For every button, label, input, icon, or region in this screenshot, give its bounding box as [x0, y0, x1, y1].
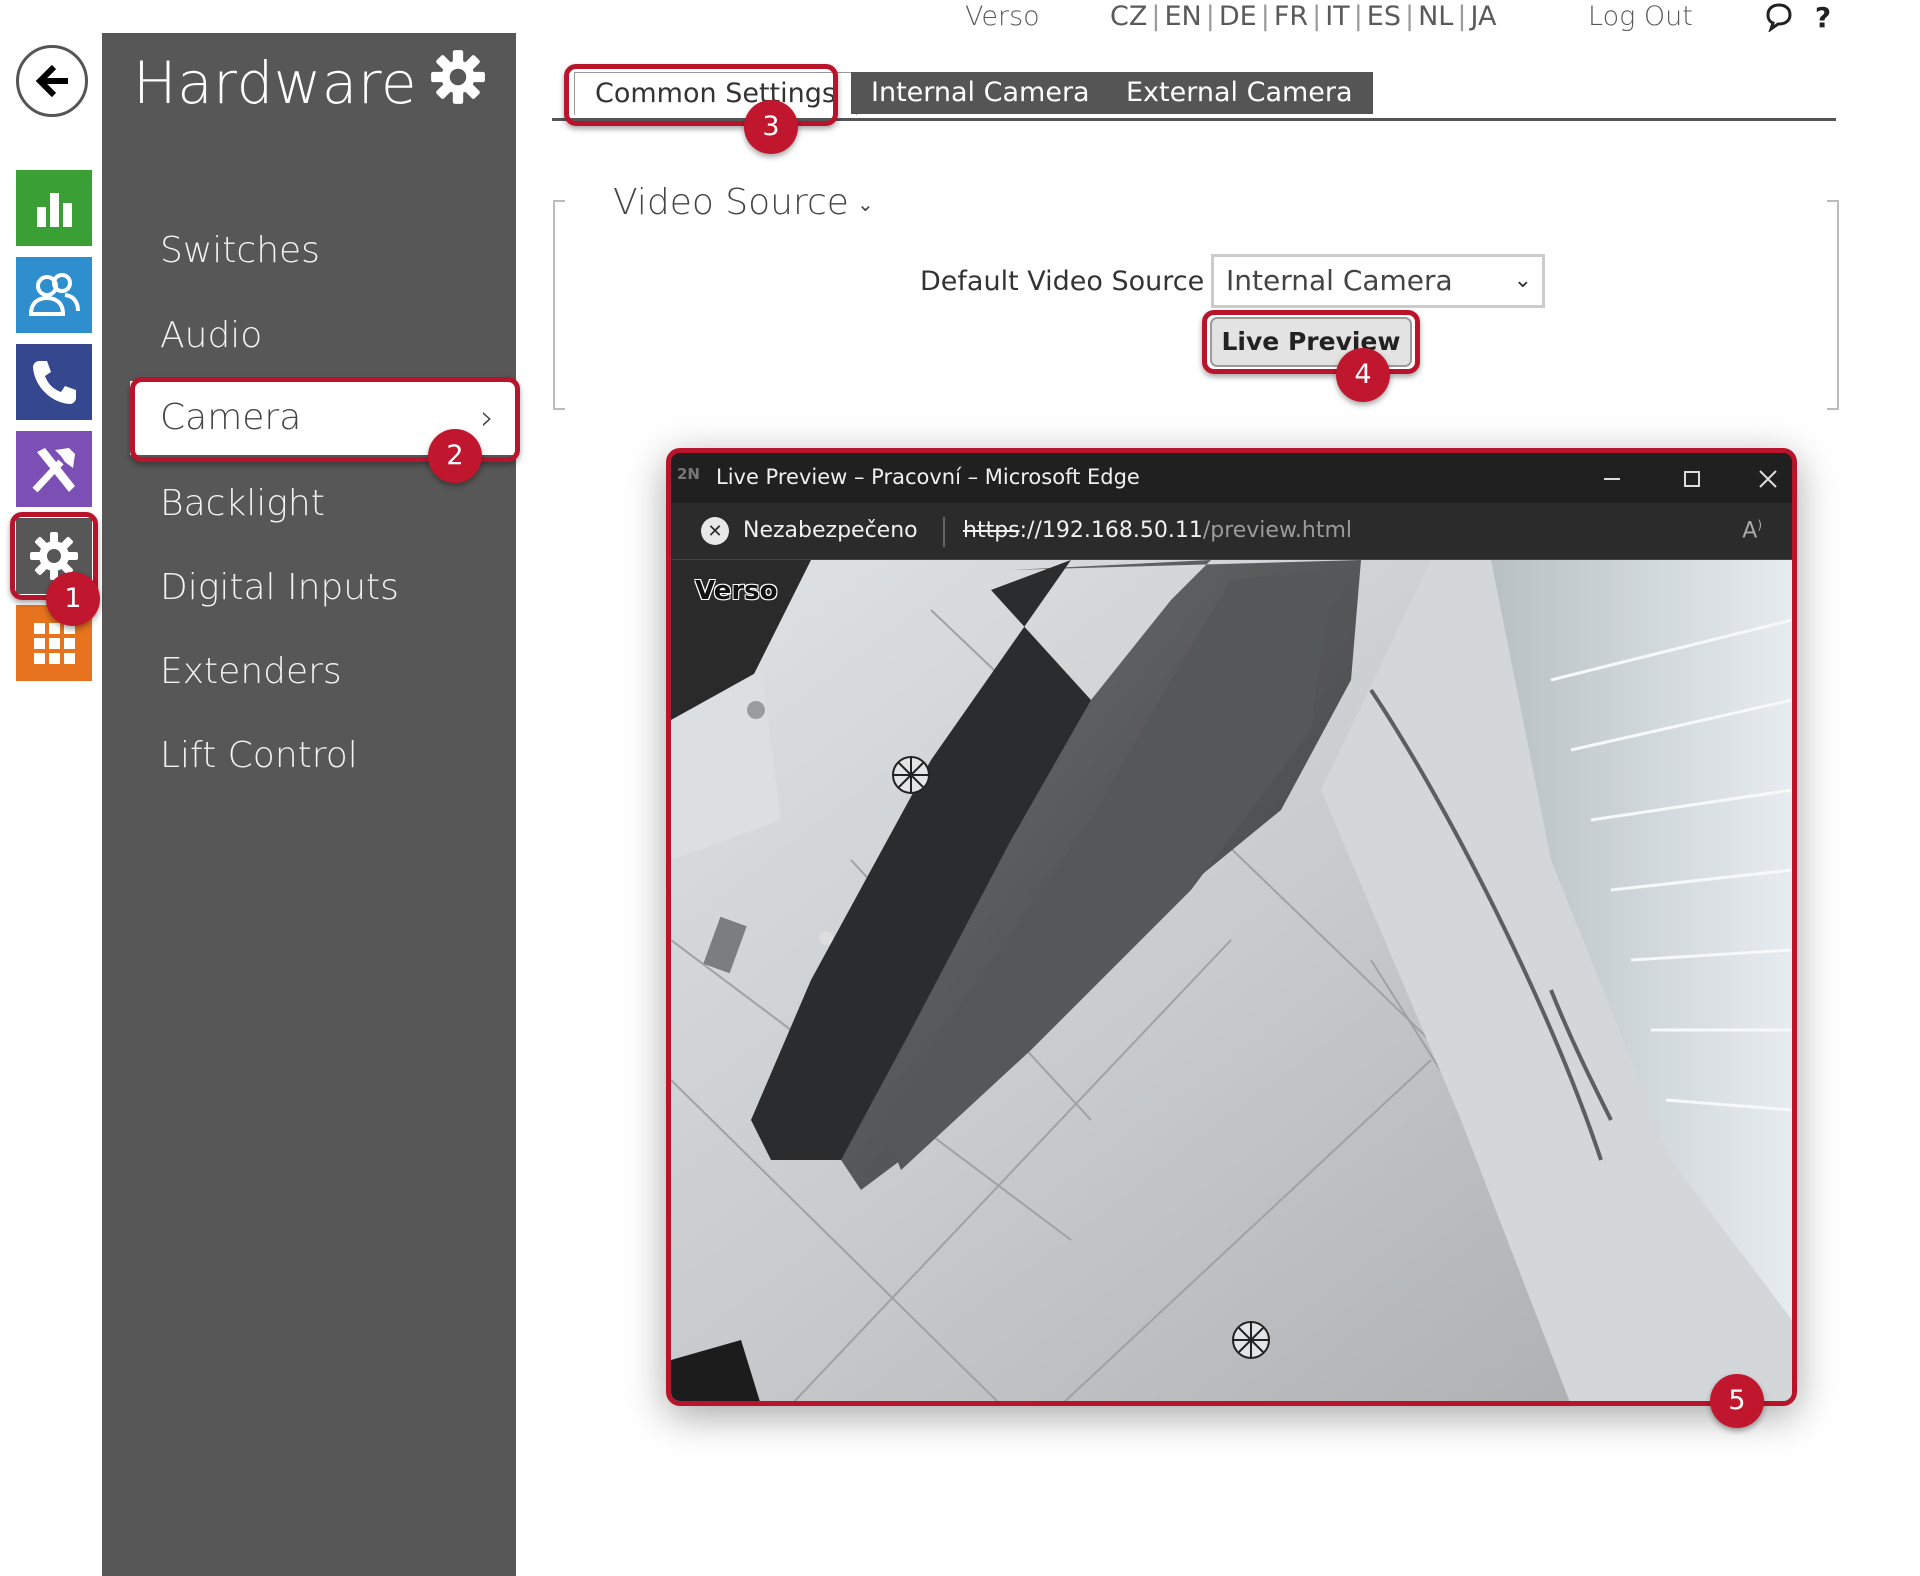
select-value: Internal Camera — [1226, 264, 1453, 297]
icon-rail — [0, 0, 104, 1576]
lang-cz[interactable]: CZ — [1110, 1, 1147, 32]
sidebar-item-backlight[interactable]: Backlight — [160, 483, 325, 524]
video-source-section-header[interactable]: Video Source ⌄ — [613, 182, 874, 223]
arrow-left-icon — [35, 64, 68, 98]
address-bar[interactable]: ✕ Nezabezpečeno https://192.168.50.11/pr… — [671, 503, 1792, 560]
sidebar-title: Hardware — [133, 49, 418, 117]
maximize-icon — [1684, 471, 1700, 487]
step-badge-4: 4 — [1336, 348, 1390, 402]
step-badge-1: 1 — [46, 572, 100, 626]
panel-bracket-right — [1827, 200, 1839, 410]
tools-icon — [32, 448, 75, 493]
bar-chart-icon — [37, 193, 72, 227]
tab-internal-camera[interactable]: Internal Camera — [851, 72, 1110, 114]
panel-bracket-left — [553, 200, 565, 410]
camera-image — [671, 560, 1792, 1401]
device-name: Verso — [965, 1, 1040, 32]
default-video-source-label: Default Video Source — [920, 266, 1205, 297]
camera-feed: Verso — [671, 560, 1792, 1401]
lang-ja[interactable]: JA — [1470, 1, 1496, 32]
minimize-icon — [1604, 478, 1620, 480]
hardware-sidebar: Hardware Switches Audio Camera › Backlig… — [102, 33, 518, 1576]
chevron-down-icon: ⌄ — [1513, 268, 1532, 293]
rail-directory[interactable] — [16, 257, 92, 333]
not-secure-icon[interactable]: ✕ — [701, 517, 729, 545]
step-badge-5: 5 — [1710, 1374, 1764, 1428]
logout-link[interactable]: Log Out — [1588, 1, 1693, 32]
address-separator — [943, 517, 945, 547]
camera-overlay-label: Verso — [695, 576, 778, 606]
rail-calls[interactable] — [16, 344, 92, 420]
sidebar-item-lift-control[interactable]: Lift Control — [160, 735, 358, 776]
tab-external-camera[interactable]: External Camera — [1106, 72, 1373, 114]
lang-de[interactable]: DE — [1219, 1, 1257, 32]
close-button[interactable] — [1748, 459, 1788, 499]
help-icon[interactable]: ? — [1806, 0, 1840, 34]
lang-it[interactable]: IT — [1325, 1, 1349, 32]
maximize-button[interactable] — [1672, 459, 1712, 499]
url-path: /preview.html — [1202, 518, 1353, 543]
step-badge-2: 2 — [428, 429, 482, 483]
lang-en[interactable]: EN — [1164, 1, 1201, 32]
security-status[interactable]: Nezabezpečeno — [743, 518, 918, 543]
default-video-source-select[interactable]: Internal Camera ⌄ — [1211, 254, 1545, 308]
sidebar-item-extenders[interactable]: Extenders — [160, 651, 342, 692]
lang-nl[interactable]: NL — [1418, 1, 1453, 32]
step-badge-3: 3 — [744, 100, 798, 154]
url-scheme: https — [963, 518, 1020, 543]
sidebar-item-audio[interactable]: Audio — [160, 315, 262, 356]
phone-icon — [33, 361, 76, 404]
window-title: Live Preview – Pracovní – Microsoft Edge — [716, 465, 1140, 489]
lang-es[interactable]: ES — [1367, 1, 1401, 32]
app-logo: 2N — [677, 465, 700, 483]
window-title-bar: 2N Live Preview – Pracovní – Microsoft E… — [671, 453, 1792, 503]
url-host: ://192.168.50.11 — [1019, 518, 1203, 543]
back-button[interactable] — [16, 45, 88, 117]
chevron-down-icon: ⌄ — [856, 192, 874, 216]
sidebar-item-digital-inputs[interactable]: Digital Inputs — [160, 567, 399, 608]
users-icon — [28, 273, 80, 316]
rail-services[interactable] — [16, 431, 92, 507]
gear-icon — [431, 50, 485, 104]
section-title: Video Source — [613, 182, 849, 223]
live-preview-window: 2N Live Preview – Pracovní – Microsoft E… — [666, 448, 1797, 1406]
url-field[interactable]: https://192.168.50.11/preview.html — [963, 518, 1352, 543]
read-aloud-icon[interactable]: A) — [1742, 518, 1762, 543]
rail-status[interactable] — [16, 170, 92, 246]
close-icon — [1759, 470, 1777, 488]
sidebar-item-switches[interactable]: Switches — [160, 230, 320, 271]
minimize-button[interactable] — [1592, 459, 1632, 499]
chat-icon[interactable] — [1762, 0, 1796, 34]
lang-fr[interactable]: FR — [1274, 1, 1308, 32]
language-selector: CZ | EN | DE | FR | IT | ES | NL | JA — [1110, 1, 1497, 32]
highlight-common-settings — [564, 64, 838, 126]
